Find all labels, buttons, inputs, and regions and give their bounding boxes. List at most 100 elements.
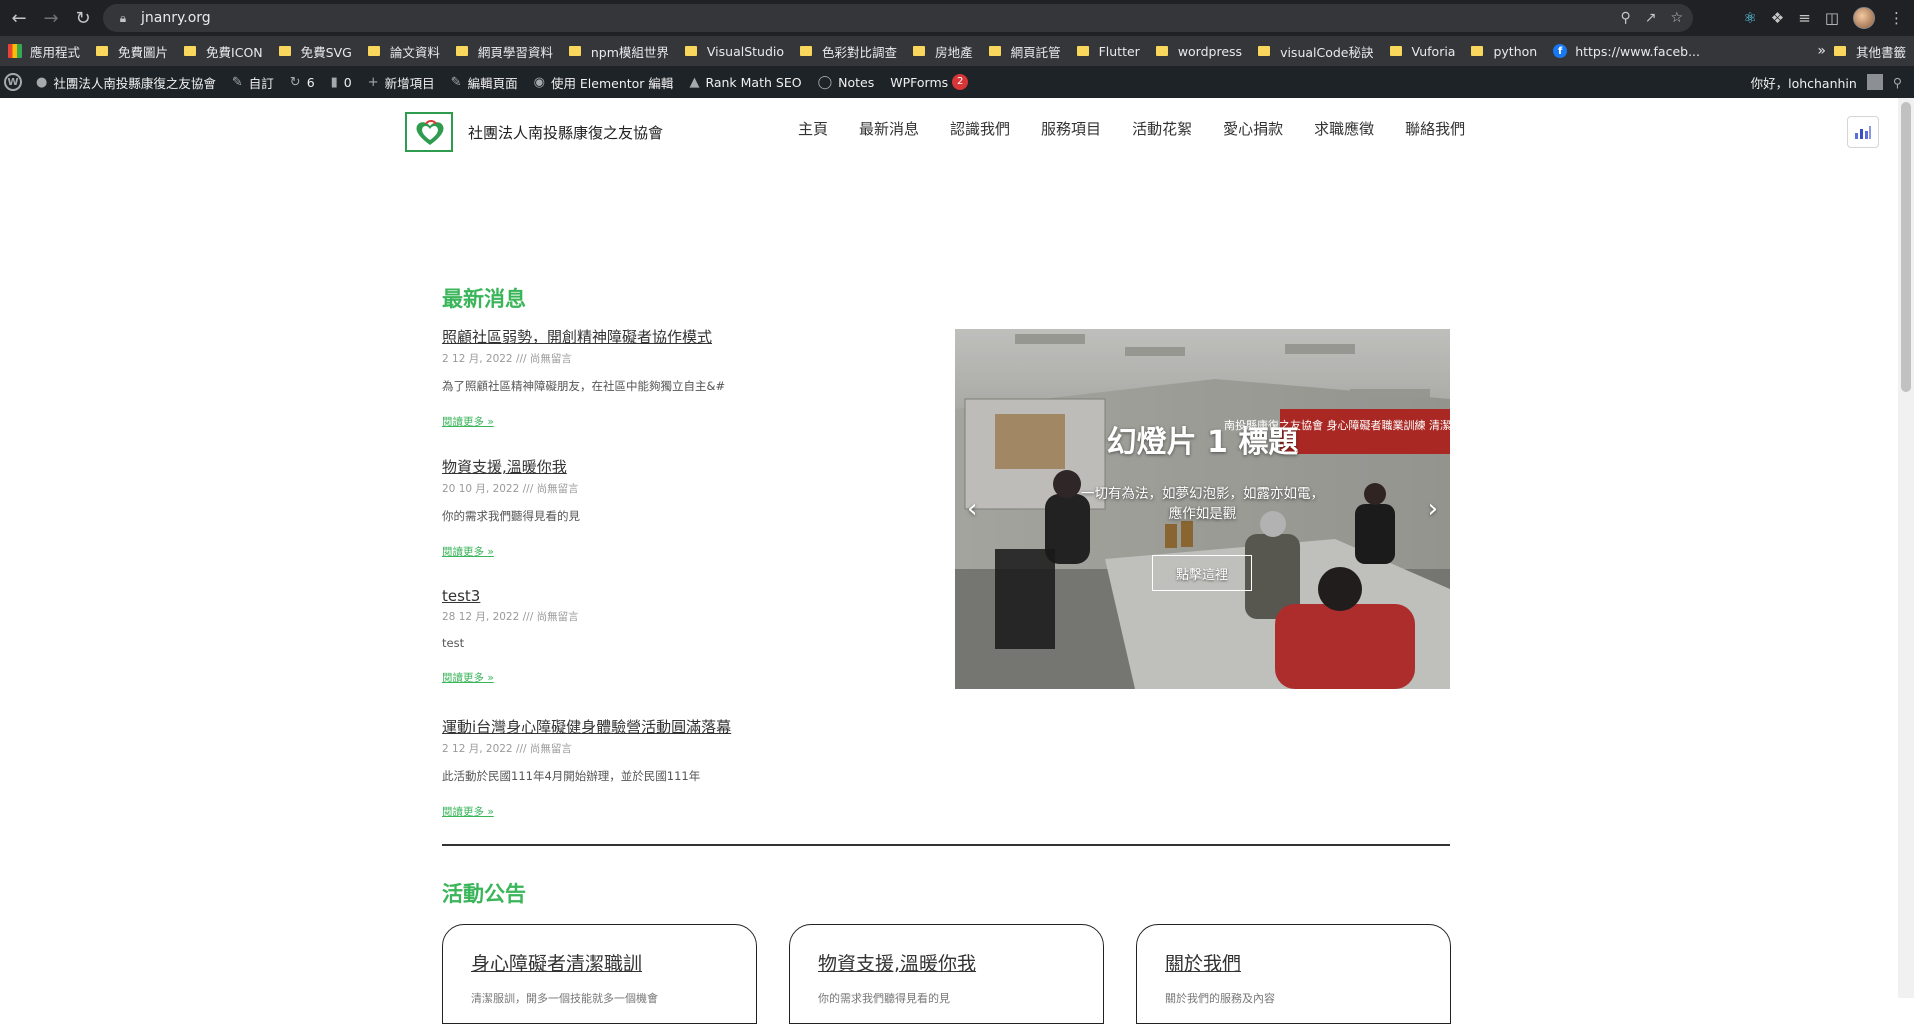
card-text: 清潔服訓，開多一個技能就多一個機會	[471, 992, 658, 1005]
user-avatar[interactable]	[1866, 74, 1883, 90]
card-title-link[interactable]: 關於我們	[1165, 949, 1422, 976]
bookmark-folder[interactable]: npm模組世界	[568, 42, 669, 61]
wp-new-item[interactable]: + 新增項目	[368, 73, 435, 92]
bookmark-folder[interactable]: 論文資料	[367, 42, 440, 61]
nav-contact[interactable]: 聯絡我們	[1405, 118, 1465, 139]
folder-icon	[1471, 46, 1484, 56]
bookmark-folder[interactable]: 免費ICON	[184, 42, 263, 61]
bookmark-folder[interactable]: 免費圖片	[96, 42, 168, 61]
slider-next-arrow-icon[interactable]: ›	[1428, 494, 1438, 524]
bookmark-folder[interactable]: Flutter	[1076, 44, 1140, 59]
news-title-link[interactable]: 運動i台灣身心障礙健身體驗營活動圓滿落幕	[442, 716, 731, 737]
slide-cta-button[interactable]: 點擊這裡	[1152, 555, 1252, 591]
back-arrow-icon[interactable]: ←	[6, 5, 32, 31]
scrollbar-thumb[interactable]	[1901, 102, 1911, 392]
elementor-icon: ◉	[533, 74, 545, 90]
card-title-link[interactable]: 身心障礙者清潔職訓	[471, 949, 728, 976]
news-item: 照顧社區弱勢，開創精神障礙者協作模式 2 12 月, 2022 /// 尚無留言…	[442, 326, 912, 456]
share-icon[interactable]: ↗	[1645, 10, 1657, 26]
news-section-title: 最新消息	[442, 287, 526, 311]
wp-notes[interactable]: ◯ Notes	[818, 75, 875, 90]
folder-icon	[367, 46, 380, 56]
read-more-link[interactable]: 閱讀更多 »	[442, 544, 494, 559]
bookmark-folder[interactable]: 網頁託管	[988, 42, 1061, 61]
news-excerpt: 你的需求我們聽得見看的見	[442, 509, 580, 523]
bookmark-folder[interactable]: visualCode秘訣	[1258, 42, 1374, 61]
wp-site-name[interactable]: ● 社團法人南投縣康復之友協會	[36, 73, 216, 92]
bookmark-folder[interactable]: Vuforia	[1389, 44, 1455, 59]
event-card[interactable]: 物資支援,溫暖你我 你的需求我們聽得見看的見	[789, 924, 1104, 1024]
folder-icon	[800, 46, 813, 56]
image-slider[interactable]: 南投縣康復之友協會 身心障礙者職業訓練 清潔人員培訓班 幻燈片 1 標題 一切有…	[955, 329, 1450, 689]
folder-icon	[1389, 46, 1402, 56]
bookmark-folder[interactable]: 網頁學習資料	[455, 42, 553, 61]
bookmark-folder[interactable]: 免費SVG	[278, 42, 352, 61]
wpforms-count-badge: 2	[952, 74, 969, 90]
wp-edit-page[interactable]: ✎ 編輯頁面	[451, 73, 518, 92]
wp-updates[interactable]: ↻ 6	[290, 75, 315, 90]
extensions-puzzle-icon[interactable]: ❖	[1771, 9, 1784, 27]
url-text[interactable]: jnanry.org	[141, 10, 211, 26]
profile-avatar[interactable]	[1853, 7, 1875, 29]
analytics-widget-button[interactable]	[1847, 116, 1879, 148]
event-card[interactable]: 身心障礙者清潔職訓 清潔服訓，開多一個技能就多一個機會	[442, 924, 757, 1024]
bookmark-folder[interactable]: 色彩對比調查	[800, 42, 897, 61]
page-scrollbar[interactable]	[1898, 98, 1914, 998]
reload-icon[interactable]: ↻	[70, 5, 96, 31]
bookmark-apps[interactable]: 應用程式	[8, 42, 80, 61]
rank-math-icon: ▲	[689, 74, 700, 90]
read-more-link[interactable]: 閱讀更多 »	[442, 804, 494, 819]
nav-home[interactable]: 主頁	[798, 118, 828, 139]
chart-bars-icon	[1855, 126, 1871, 139]
news-list: 照顧社區弱勢，開創精神障礙者協作模式 2 12 月, 2022 /// 尚無留言…	[442, 326, 912, 846]
read-more-link[interactable]: 閱讀更多 »	[442, 670, 494, 685]
other-bookmarks[interactable]: 其他書籤	[1833, 42, 1906, 61]
forward-arrow-icon[interactable]: →	[38, 5, 64, 31]
nav-jobs[interactable]: 求職應徵	[1314, 118, 1374, 139]
react-devtools-icon[interactable]: ⚛	[1743, 9, 1756, 27]
slider-prev-arrow-icon[interactable]: ‹	[967, 494, 977, 524]
event-card[interactable]: 關於我們 關於我們的服務及內容	[1136, 924, 1451, 1024]
search-icon[interactable]: ⚲	[1893, 75, 1902, 90]
wp-customize[interactable]: ✎ 自訂	[232, 73, 274, 92]
wordpress-logo-icon[interactable]: W	[4, 73, 22, 91]
wp-rank-math[interactable]: ▲ Rank Math SEO	[689, 75, 801, 90]
more-bookmarks-chevron[interactable]: »	[1817, 43, 1826, 59]
reading-list-icon[interactable]: ≡	[1798, 9, 1811, 27]
folder-icon	[96, 46, 109, 56]
news-title-link[interactable]: test3	[442, 587, 480, 605]
read-more-link[interactable]: 閱讀更多 »	[442, 414, 494, 429]
nav-donate[interactable]: 愛心捐款	[1223, 118, 1283, 139]
folder-icon	[568, 46, 581, 56]
news-item: test3 28 12 月, 2022 /// 尚無留言 test 閱讀更多 »	[442, 586, 912, 716]
site-title[interactable]: 社團法人南投縣康復之友協會	[468, 122, 663, 143]
folder-icon	[988, 46, 1001, 56]
zoom-icon[interactable]: ⚲	[1620, 10, 1630, 26]
site-logo[interactable]	[405, 112, 453, 152]
wp-wpforms[interactable]: WPForms 2	[890, 74, 969, 90]
address-bar[interactable]: 🔒︎ jnanry.org ⚲ ↗ ☆	[103, 4, 1693, 32]
bookmark-folder[interactable]: VisualStudio	[684, 44, 784, 59]
plus-icon: +	[367, 74, 379, 90]
events-section-title: 活動公告	[442, 882, 526, 906]
side-panel-icon[interactable]: ◫	[1825, 9, 1839, 27]
bookmark-folder[interactable]: 房地產	[913, 42, 973, 61]
notes-bubble-icon: ◯	[817, 74, 833, 90]
news-title-link[interactable]: 照顧社區弱勢，開創精神障礙者協作模式	[442, 326, 712, 347]
card-title-link[interactable]: 物資支援,溫暖你我	[818, 949, 1075, 976]
bookmark-folder[interactable]: python	[1471, 44, 1537, 59]
wp-elementor[interactable]: ◉ 使用 Elementor 編輯	[534, 73, 674, 92]
nav-about[interactable]: 認識我們	[950, 118, 1010, 139]
updates-icon: ↻	[289, 74, 301, 90]
card-text: 你的需求我們聽得見看的見	[818, 992, 950, 1005]
bookmark-facebook[interactable]: f https://www.faceb...	[1553, 44, 1700, 59]
news-title-link[interactable]: 物資支援,溫暖你我	[442, 456, 567, 477]
nav-services[interactable]: 服務項目	[1041, 118, 1101, 139]
chrome-menu-icon[interactable]: ⋮	[1889, 9, 1904, 27]
nav-latest-news[interactable]: 最新消息	[859, 118, 919, 139]
bookmark-star-icon[interactable]: ☆	[1670, 10, 1683, 26]
wp-comments[interactable]: ▮ 0	[331, 75, 352, 90]
bookmark-folder[interactable]: wordpress	[1155, 44, 1242, 59]
nav-activities[interactable]: 活動花絮	[1132, 118, 1192, 139]
wp-greeting[interactable]: 你好，lohchanhin	[1751, 73, 1857, 92]
